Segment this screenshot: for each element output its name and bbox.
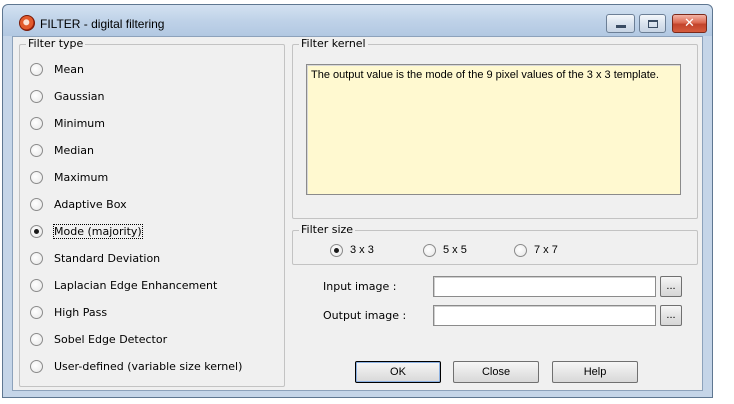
radio-button[interactable]	[30, 116, 43, 130]
filter-type-option-high-pass[interactable]: High Pass	[30, 304, 107, 320]
input-image-field[interactable]	[433, 276, 656, 297]
close-button[interactable]: Close	[453, 361, 539, 383]
filter-type-legend: Filter type	[26, 37, 86, 50]
filter-window: FILTER - digital filtering ✕ Filter type…	[2, 4, 713, 398]
filter-type-option-user-defined[interactable]: User-defined (variable size kernel)	[30, 358, 242, 374]
filter-type-option-median[interactable]: Median	[30, 142, 94, 158]
ok-button[interactable]: OK	[355, 361, 441, 383]
filter-kernel-legend: Filter kernel	[299, 37, 368, 50]
filter-size-label: 5 x 5	[443, 244, 467, 256]
filter-type-group: Filter type Mean Gaussian Minimum Median…	[19, 37, 285, 387]
radio-button[interactable]	[30, 89, 43, 103]
radio-button[interactable]	[30, 332, 43, 346]
filter-type-option-mode-majority[interactable]: Mode (majority)	[30, 223, 143, 239]
output-image-browse-button[interactable]: ...	[660, 305, 682, 326]
filter-type-label: Minimum	[54, 116, 105, 130]
filter-type-option-laplacian[interactable]: Laplacian Edge Enhancement	[30, 277, 217, 293]
filter-type-label: Standard Deviation	[54, 251, 161, 265]
filter-type-label: Adaptive Box	[54, 197, 127, 211]
radio-button-selected[interactable]	[330, 243, 343, 257]
filter-type-option-adaptive-box[interactable]: Adaptive Box	[30, 196, 127, 212]
radio-button-selected[interactable]	[30, 224, 43, 238]
help-button[interactable]: Help	[552, 361, 638, 383]
filter-type-option-mean[interactable]: Mean	[30, 61, 84, 77]
filter-size-option-5x5[interactable]: 5 x 5	[423, 242, 467, 258]
filter-type-label: Mode (majority)	[53, 223, 143, 239]
input-image-label: Input image :	[323, 280, 397, 293]
radio-button[interactable]	[30, 170, 43, 184]
radio-button[interactable]	[30, 197, 43, 211]
radio-button[interactable]	[30, 278, 43, 292]
filter-size-legend: Filter size	[299, 223, 356, 236]
filter-kernel-description: The output value is the mode of the 9 pi…	[306, 64, 681, 195]
window-title: FILTER - digital filtering	[40, 17, 165, 31]
radio-button[interactable]	[30, 359, 43, 373]
filter-type-option-maximum[interactable]: Maximum	[30, 169, 108, 185]
filter-type-label: Gaussian	[54, 89, 105, 103]
minimize-button[interactable]	[606, 14, 635, 33]
output-image-field[interactable]	[433, 305, 656, 326]
filter-type-label: Mean	[54, 62, 84, 76]
title-bar[interactable]: FILTER - digital filtering ✕	[3, 5, 712, 36]
filter-type-label: User-defined (variable size kernel)	[54, 359, 243, 373]
filter-type-option-sobel[interactable]: Sobel Edge Detector	[30, 331, 167, 347]
output-image-label: Output image :	[323, 309, 407, 322]
dialog-client-area: Filter type Mean Gaussian Minimum Median…	[12, 36, 703, 391]
filter-size-group: Filter size 3 x 3 5 x 5 7 x 7	[292, 223, 698, 265]
radio-button[interactable]	[30, 62, 43, 76]
filter-type-option-minimum[interactable]: Minimum	[30, 115, 105, 131]
filter-size-label: 7 x 7	[534, 244, 558, 256]
close-icon: ✕	[684, 16, 695, 31]
filter-app-icon[interactable]	[19, 15, 35, 31]
radio-button[interactable]	[30, 143, 43, 157]
filter-type-option-standard-deviation[interactable]: Standard Deviation	[30, 250, 160, 266]
filter-type-label: Laplacian Edge Enhancement	[54, 278, 218, 292]
radio-button[interactable]	[423, 243, 436, 257]
filter-size-option-7x7[interactable]: 7 x 7	[514, 242, 558, 258]
maximize-icon	[647, 19, 658, 28]
radio-button[interactable]	[514, 243, 527, 257]
radio-button[interactable]	[30, 305, 43, 319]
filter-kernel-group: Filter kernel The output value is the mo…	[292, 37, 698, 219]
close-window-button[interactable]: ✕	[672, 14, 707, 33]
filter-type-label: High Pass	[54, 305, 108, 319]
filter-type-label: Median	[54, 143, 95, 157]
radio-button[interactable]	[30, 251, 43, 265]
filter-size-label: 3 x 3	[350, 244, 374, 256]
filter-size-option-3x3[interactable]: 3 x 3	[330, 242, 374, 258]
input-image-browse-button[interactable]: ...	[660, 276, 682, 297]
filter-type-label: Sobel Edge Detector	[54, 332, 168, 346]
filter-type-option-gaussian[interactable]: Gaussian	[30, 88, 104, 104]
minimize-icon	[615, 25, 626, 28]
maximize-button[interactable]	[639, 14, 666, 33]
filter-type-label: Maximum	[54, 170, 109, 184]
